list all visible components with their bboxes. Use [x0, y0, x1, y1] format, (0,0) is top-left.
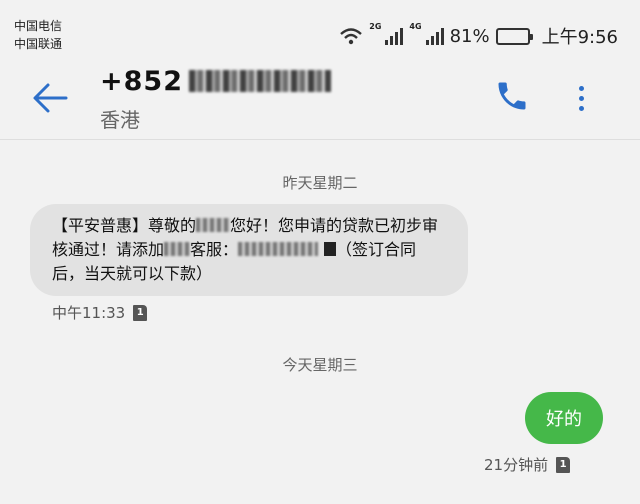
date-separator-yesterday: 昨天星期二 [282, 174, 358, 192]
status-bar: 中国电信 中国联通 2G 4G 81% 上午9:56 [0, 0, 640, 58]
outgoing-message-bubble[interactable]: 好的 [525, 392, 603, 444]
signal-icon [425, 27, 444, 45]
more-vertical-icon[interactable] [566, 78, 596, 118]
carrier-list: 中国电信 中国联通 [14, 17, 62, 53]
contact-number-prefix: +852 [100, 66, 183, 97]
contact-number: +852 [100, 66, 331, 97]
message-time: 21分钟前 [484, 456, 549, 474]
redaction-mask [324, 242, 337, 256]
status-icons: 2G 4G 81% 上午9:56 [339, 22, 618, 50]
message-text: 好的 [546, 409, 582, 430]
network-type-1: 2G [369, 22, 382, 31]
outgoing-message-meta: 21分钟前 1 [484, 454, 571, 475]
carrier-1: 中国电信 [14, 19, 63, 33]
contact-location: 香港 [100, 108, 140, 132]
message-text-part: 【平安普惠】尊敬的 [52, 216, 197, 235]
sim-card-icon: 1 [556, 456, 571, 473]
incoming-message-meta: 中午11:33 1 [52, 302, 148, 323]
network-type-2: 4G [409, 22, 422, 31]
incoming-message-bubble[interactable]: 【平安普惠】尊敬的 您好！您申请的贷款已初步审核通过！请添加 客服： （签订合同后，当… [30, 204, 468, 296]
number-redaction [188, 70, 331, 92]
battery-percent: 81% [449, 25, 490, 47]
sim-card-icon: 1 [133, 304, 148, 321]
redaction-mask [196, 218, 231, 232]
date-separator-today: 今天星期三 [282, 356, 358, 374]
redaction-mask [238, 242, 319, 256]
conversation-header: +852 香港 [0, 58, 640, 140]
header-divider [0, 139, 640, 140]
clock: 上午9:56 [541, 27, 618, 48]
phone-icon[interactable] [494, 78, 530, 114]
signal-icon [385, 27, 404, 45]
back-arrow-icon[interactable] [30, 78, 70, 118]
carrier-2: 中国联通 [14, 37, 63, 51]
redaction-mask [164, 242, 191, 256]
wifi-icon [340, 28, 363, 45]
message-time: 中午11:33 [52, 304, 126, 322]
battery-icon [495, 27, 533, 45]
message-text-part: 客服： [190, 240, 239, 259]
